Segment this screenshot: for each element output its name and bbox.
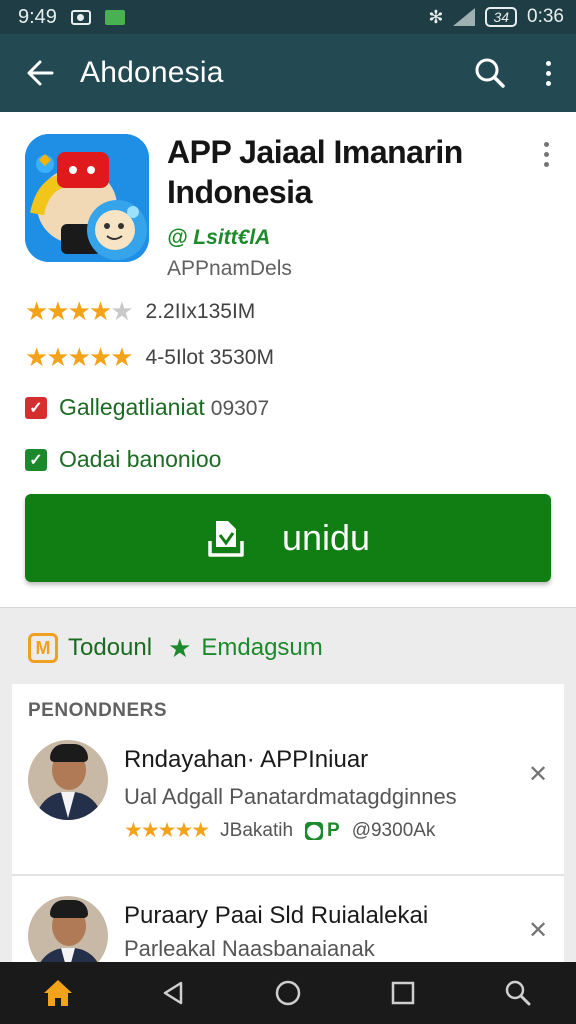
app-more-button[interactable] — [534, 142, 558, 172]
item-count: @9300Ak — [351, 819, 436, 841]
checkbox-icon: ✓ — [25, 396, 47, 419]
item-subtitle: Ual Adgall Panatardmatagdginnes — [124, 784, 457, 809]
item-meta: ★★★★★ JBakatih ⬤ P @9300Ak — [124, 818, 435, 843]
feature-label: Gallegatlianiat 09307 — [59, 394, 270, 420]
item-title: Rndayahan· APPIniuar — [124, 746, 369, 773]
tab-label: Emdagsum — [201, 634, 323, 661]
nav-back-button[interactable] — [143, 968, 203, 1018]
nav-search-button[interactable] — [488, 968, 548, 1018]
checkbox-icon: ✓ — [25, 448, 47, 471]
m-badge-icon: M — [28, 633, 58, 663]
feature-label: Oadai banonioo — [59, 446, 222, 472]
star-rating-icon: ★★★★★ — [25, 296, 134, 326]
star-rating-icon: ★★★★★ — [124, 819, 210, 842]
app-bar: Ahdonesia — [0, 34, 576, 112]
app-category: APPnamDels — [167, 257, 292, 280]
section-header: PENONDNERS — [28, 700, 168, 721]
home-shortcut-button[interactable] — [28, 968, 88, 1018]
feature-check-row[interactable]: ✓ Gallegatlianiat 09307 — [25, 394, 269, 421]
install-label: unidu — [281, 517, 371, 558]
status-clock: 0:36 — [527, 6, 564, 27]
square-recents-icon — [391, 981, 415, 1005]
badge: ⬤ P — [305, 819, 340, 841]
search-icon — [506, 980, 531, 1006]
rating-row: ★★★★★ 4-5Ilot 3530M — [25, 342, 274, 373]
star-icon: ★ — [168, 632, 192, 663]
arrow-back-icon — [27, 60, 54, 86]
item-subtitle: Parleakal Naasbanaianak — [124, 936, 375, 961]
app-notification-icon — [104, 9, 125, 25]
tab-featured[interactable]: ★ Emdagsum — [168, 633, 323, 664]
feature-check-row[interactable]: ✓ Oadai banonioo — [25, 446, 221, 473]
rating-text: 2.2IIx135IM — [145, 299, 256, 323]
rating-text: 4-5Ilot 3530M — [145, 345, 274, 369]
close-icon: ✕ — [528, 917, 549, 944]
item-rating-text: JBakatih — [220, 819, 294, 841]
tab-label: Todounl — [68, 634, 153, 661]
bluetooth-icon: ✻ — [428, 6, 444, 27]
search-icon — [475, 58, 505, 88]
dismiss-button[interactable]: ✕ — [528, 760, 548, 789]
badge-icon: ⬤ — [305, 821, 324, 840]
app-details-card: APP Jaiaal Imanarin Indonesia @ Lsitt€lA… — [0, 112, 576, 608]
nav-recents-button[interactable] — [373, 968, 433, 1018]
status-bar: 9:49 ✻ 34 0:36 — [0, 0, 576, 34]
search-button[interactable] — [460, 34, 520, 112]
back-button[interactable] — [0, 34, 80, 112]
recommendations-card: PENONDNERS Rndayahan· APPIniuar Ual Adga… — [12, 684, 564, 976]
app-icon — [25, 134, 149, 262]
nav-home-button[interactable] — [258, 968, 318, 1018]
star-rating-icon: ★★★★★ — [25, 342, 134, 372]
avatar — [28, 740, 108, 820]
item-title: Puraary Paai Sld Ruialalekai — [124, 902, 429, 929]
install-button[interactable]: unidu — [25, 494, 551, 582]
close-icon: ✕ — [528, 761, 549, 788]
home-icon — [43, 980, 72, 1006]
app-title: APP Jaiaal Imanarin Indonesia — [167, 134, 463, 210]
battery-icon: 34 — [485, 7, 518, 27]
divider — [12, 874, 564, 876]
page-title: Ahdonesia — [80, 56, 224, 89]
signal-icon — [453, 8, 476, 26]
overflow-menu-button[interactable] — [520, 34, 576, 112]
triangle-back-icon — [163, 981, 183, 1005]
status-time: 9:49 — [18, 5, 57, 28]
circle-home-icon — [275, 980, 301, 1006]
rating-row: ★★★★★ 2.2IIx135IM — [25, 296, 255, 327]
more-vert-icon — [543, 142, 549, 172]
section-tabs: M Todounl ★ Emdagsum — [0, 620, 576, 676]
system-nav-bar — [0, 962, 576, 1024]
download-icon — [208, 521, 244, 557]
developer-link[interactable]: @ Lsitt€lA — [167, 226, 270, 250]
dismiss-button[interactable]: ✕ — [528, 916, 548, 945]
more-vert-icon — [545, 60, 551, 86]
tab-download[interactable]: M Todounl — [28, 633, 152, 663]
camera-notification-icon — [70, 9, 91, 25]
